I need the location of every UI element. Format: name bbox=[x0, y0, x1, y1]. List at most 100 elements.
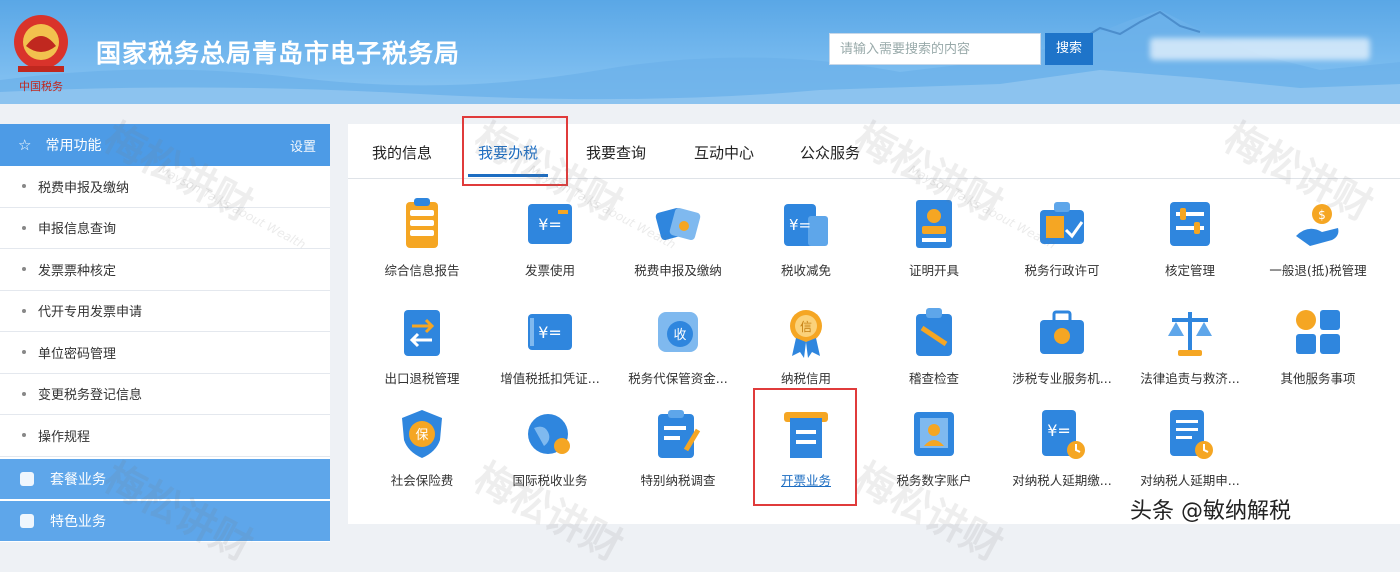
tile-social-insurance[interactable]: 保 社会保险费 bbox=[357, 406, 487, 516]
tile-label: 涉税专业服务机... bbox=[1012, 371, 1112, 386]
deferred-payment-icon: ¥= bbox=[1042, 410, 1085, 459]
assessment-icon bbox=[1170, 202, 1210, 246]
sidebar-item-password[interactable]: 单位密码管理 bbox=[0, 332, 330, 374]
sidebar-item-label: 代开专用发票申请 bbox=[38, 305, 143, 321]
sidebar-group-package[interactable]: 套餐业务 bbox=[0, 458, 330, 499]
inspection-icon bbox=[916, 308, 952, 356]
certificate-icon bbox=[916, 200, 952, 248]
tile-label: 一般退(抵)税管理 bbox=[1269, 263, 1367, 278]
tile-label: 其他服务事项 bbox=[1280, 371, 1356, 386]
svg-text:信: 信 bbox=[800, 320, 812, 334]
export-refund-icon bbox=[404, 310, 440, 356]
justice-scale-icon bbox=[1168, 312, 1212, 356]
tile-assessment[interactable]: 核定管理 bbox=[1125, 196, 1255, 306]
search-button[interactable]: 搜索 bbox=[1045, 33, 1093, 65]
credit-medal-icon: 信 bbox=[790, 310, 822, 358]
sidebar-item-label: 变更税务登记信息 bbox=[38, 388, 143, 404]
admin-license-icon bbox=[1040, 202, 1084, 244]
site-header: 中国税务 国家税务总局青岛市电子税务局 搜索 bbox=[0, 0, 1400, 104]
svg-text:$: $ bbox=[1318, 208, 1326, 222]
tile-other-services[interactable]: 其他服务事项 bbox=[1253, 304, 1383, 414]
tile-label: 税收减免 bbox=[780, 263, 831, 278]
tab-public-service[interactable]: 公众服务 bbox=[800, 142, 860, 163]
tile-label: 发票使用 bbox=[524, 263, 575, 278]
tile-vat-voucher[interactable]: ¥= 增值税抵扣凭证... bbox=[485, 304, 615, 414]
svg-text:收: 收 bbox=[673, 328, 686, 343]
tile-label: 对纳税人延期申... bbox=[1140, 473, 1240, 488]
tile-custody-fund[interactable]: 收 税务代保管资金... bbox=[613, 304, 743, 414]
tile-label: 核定管理 bbox=[1164, 263, 1215, 278]
digital-account-icon bbox=[914, 412, 954, 456]
tile-tax-relief[interactable]: ¥= 税收减免 bbox=[741, 196, 871, 306]
international-tax-icon bbox=[528, 414, 570, 454]
logo-text: 中国税务 bbox=[19, 79, 63, 93]
sidebar-item-registration[interactable]: 变更税务登记信息 bbox=[0, 374, 330, 415]
tile-tax-filing[interactable]: 税费申报及缴纳 bbox=[613, 196, 743, 306]
tile-professional-service[interactable]: 涉税专业服务机... bbox=[997, 304, 1127, 414]
bullet-icon bbox=[22, 308, 26, 313]
bullet-icon bbox=[22, 433, 26, 438]
bullet-icon bbox=[22, 225, 26, 230]
sidebar-common-header: ☆ 常用功能 设置 bbox=[0, 124, 330, 166]
tile-export-refund[interactable]: 出口退税管理 bbox=[357, 304, 487, 414]
sidebar-item-label: 单位密码管理 bbox=[38, 346, 117, 362]
professional-service-icon bbox=[1040, 310, 1084, 354]
tile-label: 增值税抵扣凭证... bbox=[500, 371, 600, 386]
sidebar: ☆ 常用功能 设置 税费申报及缴纳 申报信息查询 发票票种核定 代开专用发票申请… bbox=[0, 124, 330, 542]
tile-label: 出口退税管理 bbox=[384, 371, 460, 386]
tile-special-investigation[interactable]: 特别纳税调查 bbox=[613, 406, 743, 516]
grid-icon bbox=[20, 513, 34, 528]
tile-certificate[interactable]: 证明开具 bbox=[869, 196, 999, 306]
sidebar-common-title: 常用功能 bbox=[45, 138, 102, 154]
tile-label: 税务数字账户 bbox=[896, 473, 972, 488]
bullet-icon bbox=[22, 350, 26, 355]
social-insurance-icon: 保 bbox=[402, 410, 442, 458]
tile-comprehensive-report[interactable]: 综合信息报告 bbox=[357, 196, 487, 306]
highlight-invoice-box bbox=[753, 388, 857, 506]
tile-label: 税务代保管资金... bbox=[628, 371, 728, 386]
tile-refund[interactable]: $ 一般退(抵)税管理 bbox=[1253, 196, 1383, 306]
tile-label: 综合信息报告 bbox=[384, 263, 460, 278]
sidebar-settings-link[interactable]: 设置 bbox=[290, 136, 316, 155]
tax-relief-icon: ¥= bbox=[784, 204, 828, 246]
sidebar-item-label: 发票票种核定 bbox=[38, 263, 117, 279]
sidebar-group-label: 特色业务 bbox=[50, 513, 106, 530]
doc-stack-icon bbox=[406, 198, 438, 248]
tile-label: 稽查检查 bbox=[908, 371, 959, 386]
sidebar-item-label: 操作规程 bbox=[38, 429, 91, 445]
sidebar-item-filing-query[interactable]: 申报信息查询 bbox=[0, 208, 330, 249]
sidebar-item-guide[interactable]: 操作规程 bbox=[0, 415, 330, 457]
star-icon: ☆ bbox=[18, 136, 32, 154]
tile-legal-remedy[interactable]: 法律追责与救济... bbox=[1125, 304, 1255, 414]
tab-interaction[interactable]: 互动中心 bbox=[694, 142, 754, 163]
svg-text:¥=: ¥= bbox=[1047, 421, 1071, 440]
tile-international-tax[interactable]: 国际税收业务 bbox=[485, 406, 615, 516]
sidebar-group-featured[interactable]: 特色业务 bbox=[0, 500, 330, 541]
refund-icon: $ bbox=[1296, 204, 1339, 246]
credit-watermark: 头条 @敏纳解税 bbox=[1130, 499, 1291, 524]
highlight-tab-box bbox=[462, 116, 568, 186]
tile-invoice-use[interactable]: ¥= 发票使用 bbox=[485, 196, 615, 306]
tab-my-info[interactable]: 我的信息 bbox=[372, 142, 432, 163]
tile-label: 国际税收业务 bbox=[512, 473, 588, 488]
tile-label: 社会保险费 bbox=[390, 473, 454, 488]
deferred-filing-icon bbox=[1170, 410, 1213, 459]
tile-label: 对纳税人延期缴... bbox=[1012, 473, 1112, 488]
tile-deferred-payment[interactable]: ¥= 对纳税人延期缴... bbox=[997, 406, 1127, 516]
tile-label: 税务行政许可 bbox=[1024, 263, 1100, 278]
tab-query[interactable]: 我要查询 bbox=[586, 142, 646, 163]
tile-admin-license[interactable]: 税务行政许可 bbox=[997, 196, 1127, 306]
search-input[interactable] bbox=[829, 33, 1041, 65]
tile-inspection[interactable]: 稽查检查 bbox=[869, 304, 999, 414]
svg-text:¥=: ¥= bbox=[538, 215, 562, 234]
sidebar-item-invoice-type[interactable]: 发票票种核定 bbox=[0, 249, 330, 291]
sidebar-item-tax-filing[interactable]: 税费申报及缴纳 bbox=[0, 166, 330, 208]
tile-label: 法律追责与救济... bbox=[1140, 371, 1240, 386]
svg-text:保: 保 bbox=[415, 428, 428, 443]
sidebar-item-special-invoice[interactable]: 代开专用发票申请 bbox=[0, 291, 330, 332]
tax-logo[interactable]: 中国税务 bbox=[10, 10, 72, 94]
tile-digital-account[interactable]: 税务数字账户 bbox=[869, 406, 999, 516]
bullet-icon bbox=[22, 267, 26, 272]
sidebar-group-label: 套餐业务 bbox=[50, 471, 106, 488]
tile-label: 纳税信用 bbox=[780, 371, 831, 386]
